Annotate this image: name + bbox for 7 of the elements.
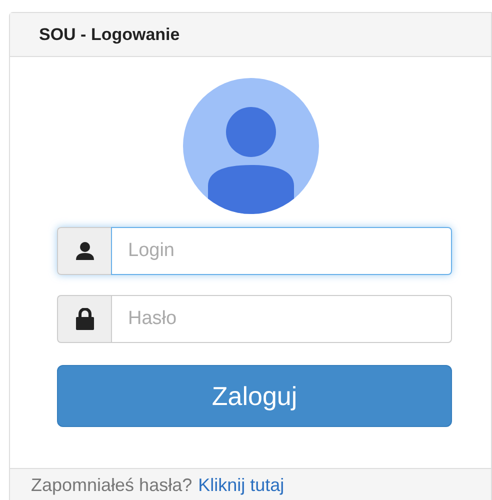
user-icon [74,241,94,261]
forgot-password-link[interactable]: Kliknij tutaj [198,472,284,498]
lock-icon [74,308,94,330]
panel-title: SOU - Logowanie [39,24,180,46]
avatar-icon [182,78,318,214]
footer-text: Zapomniałeś hasła? [31,474,192,497]
login-button[interactable]: Zaloguj [57,365,452,427]
